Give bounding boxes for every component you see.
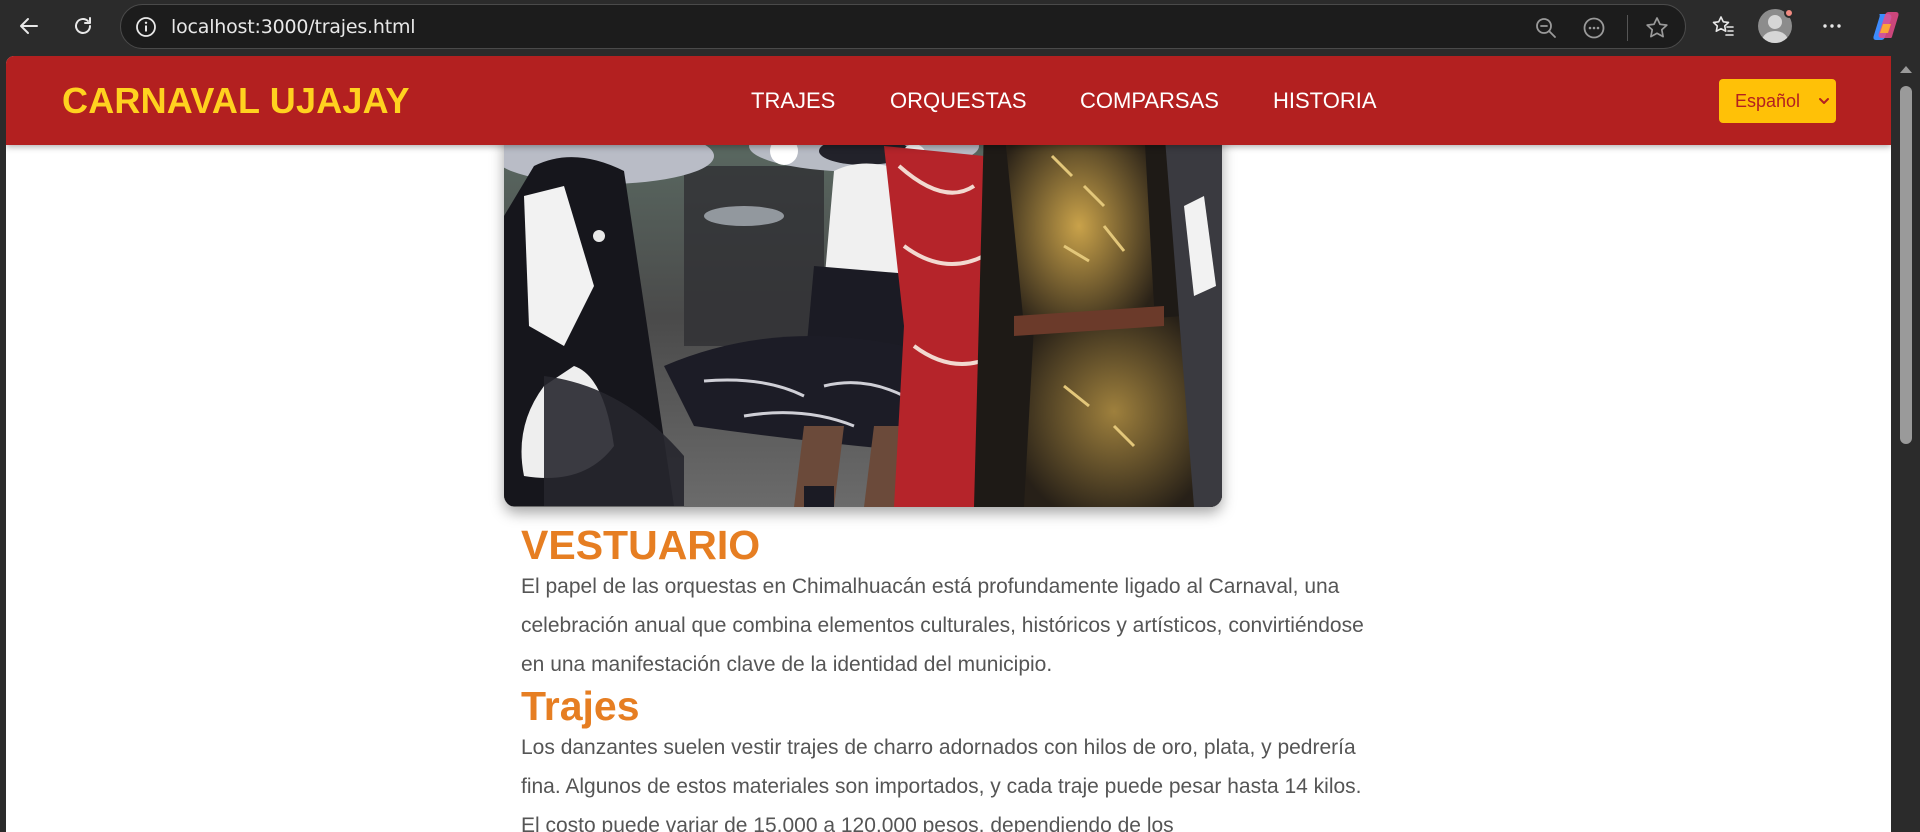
nav-link-orquestas[interactable]: ORQUESTAS <box>890 88 1027 114</box>
favorites-list-icon <box>1712 16 1734 36</box>
section-title-trajes: Trajes <box>521 683 640 729</box>
info-icon[interactable] <box>135 16 157 38</box>
page-viewport: CARNAVAL UJAJAY TRAJES ORQUESTAS COMPARS… <box>6 56 1891 832</box>
section-text-vestuario: El papel de las orquestas en Chimalhuacá… <box>521 575 1364 676</box>
back-button[interactable] <box>9 8 49 44</box>
address-bar[interactable]: localhost:3000/trajes.html <box>120 4 1686 49</box>
more-menu-button[interactable] <box>1812 8 1852 44</box>
toolbar-separator <box>1627 15 1628 41</box>
notification-dot <box>1784 8 1794 18</box>
avatar-head <box>1768 15 1782 29</box>
avatar-body <box>1762 31 1788 43</box>
browser-toolbar: localhost:3000/trajes.html <box>0 0 1920 56</box>
chevron-down-icon <box>1819 98 1829 104</box>
section-title-vestuario: VESTUARIO <box>521 522 761 568</box>
favorite-star-icon[interactable] <box>1644 15 1670 41</box>
site-header: CARNAVAL UJAJAY TRAJES ORQUESTAS COMPARS… <box>6 56 1891 145</box>
favorites-button[interactable] <box>1703 8 1743 44</box>
language-select[interactable]: Español <box>1719 79 1836 123</box>
scrollbar-thumb[interactable] <box>1900 86 1912 444</box>
back-icon <box>20 18 38 34</box>
page-scrollbar[interactable] <box>1891 56 1920 832</box>
language-select-value: Español <box>1735 91 1801 111</box>
nav-link-comparsas[interactable]: COMPARSAS <box>1080 88 1219 114</box>
carnival-dancers-photo <box>504 126 1222 507</box>
reload-icon <box>75 17 91 34</box>
reload-button[interactable] <box>63 8 103 44</box>
more-menu-icon <box>1823 24 1841 28</box>
article-content: VESTUARIO El papel de las orquestas en C… <box>521 523 1381 832</box>
zoom-out-icon[interactable] <box>1533 15 1559 41</box>
nav-link-trajes[interactable]: TRAJES <box>751 88 835 114</box>
nav-link-historia[interactable]: HISTORIA <box>1273 88 1377 114</box>
copilot-icon[interactable] <box>1870 10 1902 42</box>
reading-mode-icon[interactable] <box>1581 15 1607 41</box>
site-logo[interactable]: CARNAVAL UJAJAY <box>62 80 410 122</box>
scroll-up-arrow[interactable] <box>1900 66 1912 73</box>
hero-image <box>504 126 1222 507</box>
url-text[interactable]: localhost:3000/trajes.html <box>171 16 416 38</box>
section-text-trajes: Los danzantes suelen vestir trajes de ch… <box>521 736 1362 832</box>
